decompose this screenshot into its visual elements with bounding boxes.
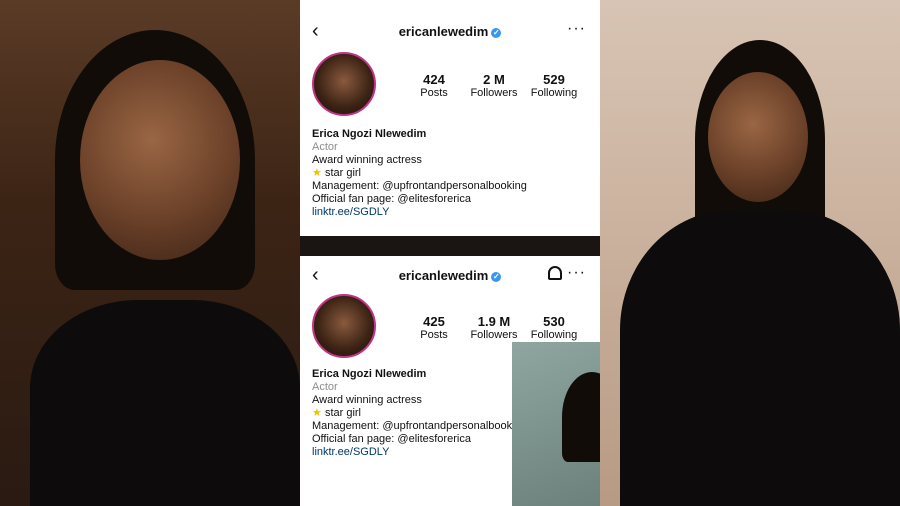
posts-stat[interactable]: 424 Posts [404, 72, 464, 99]
notification-bell-icon[interactable] [548, 266, 562, 280]
posts-label: Posts [420, 87, 448, 99]
posts-stat[interactable]: 425 Posts [404, 314, 464, 341]
following-count: 530 [543, 314, 565, 329]
profile-stats: 425 Posts 1.9 M Followers 530 Following [404, 314, 584, 341]
profile-stats: 424 Posts 2 M Followers 529 Following [404, 72, 584, 99]
verified-icon: ✓ [491, 271, 502, 282]
profile-header: ‹ ericanlewedim ✓ ··· [300, 264, 600, 286]
display-name: Erica Ngozi Nlewedim [312, 128, 427, 140]
more-options-icon[interactable]: ··· [567, 20, 586, 38]
bio-line: Management: @upfrontandpersonalbooking [312, 180, 527, 192]
left-portrait-photo [0, 0, 300, 506]
posts-count: 424 [423, 72, 445, 87]
username-text: ericanlewedim [398, 268, 489, 283]
face [80, 60, 240, 260]
profile-header: ‹ ericanlewedim ✓ ··· [300, 20, 600, 42]
category-label: Actor [312, 141, 338, 153]
bio-line: Official fan page: @elitesforerica [312, 193, 471, 205]
bio-line: Management: @upfrontandpersonalbook [312, 420, 513, 432]
bio-link[interactable]: linktr.ee/SGDLY [312, 446, 512, 459]
bio: Erica Ngozi Nlewedim Actor Award winning… [312, 368, 512, 459]
following-label: Following [530, 87, 578, 99]
username: ericanlewedim ✓ [300, 24, 600, 39]
followers-label: Followers [470, 329, 518, 341]
avatar[interactable] [312, 294, 376, 358]
posts-count: 425 [423, 314, 445, 329]
dress [620, 210, 900, 506]
posts-label: Posts [420, 329, 448, 341]
hair [562, 372, 600, 462]
followers-stat[interactable]: 1.9 M Followers [464, 314, 524, 341]
followers-count: 1.9 M [477, 314, 511, 329]
followers-label: Followers [470, 87, 518, 99]
bio-line: Award winning actress [312, 154, 422, 166]
star-icon: ★ [312, 407, 322, 419]
display-name: Erica Ngozi Nlewedim [312, 368, 427, 380]
avatar[interactable] [312, 52, 376, 116]
bio-link[interactable]: linktr.ee/SGDLY [312, 206, 527, 219]
face [708, 72, 808, 202]
bio-text: star girl [324, 407, 361, 419]
followers-count: 2 M [483, 72, 505, 87]
followers-stat[interactable]: 2 M Followers [464, 72, 524, 99]
bio-line: ★ star girl [312, 167, 527, 180]
more-options-icon[interactable]: ··· [567, 264, 586, 282]
instagram-profile-top: ‹ ericanlewedim ✓ ··· 424 Posts 2 M Followe… [300, 0, 600, 236]
star-icon: ★ [312, 167, 322, 179]
bio-line: Official fan page: @elitesforerica [312, 433, 471, 445]
bio-line: ★ star girl [312, 407, 512, 420]
bio-text: star girl [324, 167, 361, 179]
following-stat[interactable]: 530 Following [524, 314, 584, 341]
bio: Erica Ngozi Nlewedim Actor Award winning… [312, 128, 527, 219]
right-portrait-photo [600, 0, 900, 506]
following-label: Following [530, 329, 578, 341]
verified-icon: ✓ [491, 27, 502, 38]
username-text: ericanlewedim [398, 24, 489, 39]
following-stat[interactable]: 529 Following [524, 72, 584, 99]
bio-line: Award winning actress [312, 394, 422, 406]
category-label: Actor [312, 381, 338, 393]
following-count: 529 [543, 72, 565, 87]
dress [30, 300, 300, 506]
inset-photo [512, 342, 600, 506]
